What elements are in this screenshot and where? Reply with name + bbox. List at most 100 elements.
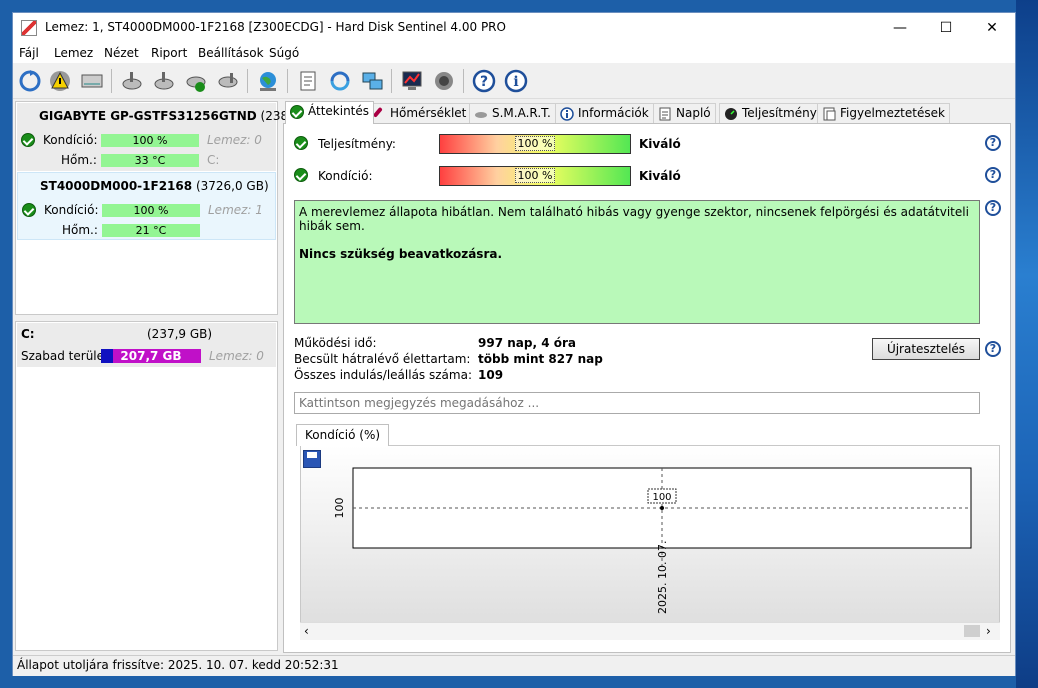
tab-performance[interactable]: Teljesítmény	[719, 103, 822, 123]
disk-name: ST4000DM000-1F2168 (3726,0 GB)	[40, 179, 269, 193]
volume-size: (237,9 GB)	[147, 327, 213, 341]
desktop-background	[1016, 0, 1038, 688]
tab-strip: Áttekintés Hőmérséklet S.M.A.R.T. Inform…	[283, 101, 1013, 124]
retest-button[interactable]: Újratesztelés	[872, 338, 980, 360]
condition-bar: 100 %	[102, 204, 200, 217]
note-input[interactable]	[294, 392, 980, 414]
performance-rating: Kiváló	[639, 137, 681, 151]
volume-card[interactable]: C: (237,9 GB) Szabad terület 207,7 GB Le…	[17, 323, 276, 367]
tab-temperature[interactable]: Hőmérséklet	[367, 103, 472, 123]
data-label: 100	[652, 492, 671, 503]
disk-ok-icon[interactable]	[183, 68, 209, 94]
data-point	[660, 506, 664, 510]
temperature-label: Hőm.:	[62, 223, 98, 237]
menu-view[interactable]: Nézet	[104, 46, 139, 60]
toolbar-separator	[391, 69, 392, 93]
volume-name: C:	[21, 327, 35, 341]
condition-chart: 100 2025. 10. 07. 100	[300, 445, 1000, 640]
menu-bar: Fájl Lemez Nézet Riport Beállítások Súgó	[13, 43, 1015, 63]
performance-meter: 100 %	[439, 134, 631, 154]
alert-icon[interactable]	[47, 68, 73, 94]
chart-tab-condition[interactable]: Kondíció (%)	[296, 424, 390, 446]
help-icon[interactable]: ?	[985, 167, 1001, 183]
temperature-bar: 21 °C	[102, 224, 200, 237]
start-stop-label: Összes indulás/leállás száma:	[294, 368, 472, 382]
disk-icon[interactable]	[79, 68, 105, 94]
disk-test2-icon[interactable]	[151, 68, 177, 94]
sync-icon[interactable]	[327, 68, 353, 94]
log-icon	[659, 107, 671, 121]
info-icon	[560, 107, 574, 121]
menu-settings[interactable]: Beállítások	[198, 46, 264, 60]
condition-label: Kondíció:	[44, 203, 99, 217]
menu-file[interactable]: Fájl	[19, 46, 39, 60]
disk-card-selected[interactable]: ST4000DM000-1F2168 (3726,0 GB) Kondíció:…	[17, 172, 276, 240]
network-icon[interactable]	[359, 68, 385, 94]
help-icon[interactable]: ?	[985, 200, 1001, 216]
remaining-life-value: több mint 827 nap	[478, 352, 603, 366]
ok-icon	[294, 136, 308, 150]
tab-information[interactable]: Információk	[555, 103, 654, 123]
disk-tools-icon[interactable]	[215, 68, 241, 94]
free-space-label: Szabad terület	[21, 349, 109, 363]
disk-card[interactable]: GIGABYTE GP-GSTFS31256GTND (238,5 GB) Ko…	[17, 103, 326, 171]
menu-disk[interactable]: Lemez	[54, 46, 93, 60]
tab-smart[interactable]: S.M.A.R.T.	[469, 103, 556, 123]
toolbar-separator	[247, 69, 248, 93]
menu-report[interactable]: Riport	[151, 46, 187, 60]
toolbar-separator	[287, 69, 288, 93]
close-button[interactable]: ✕	[969, 13, 1015, 43]
disk-ref: Lemez: 0	[209, 349, 264, 363]
disk-ref: Lemez: 0	[207, 133, 262, 147]
volume-letter: C:	[207, 153, 220, 167]
title-bar: Lemez: 1, ST4000DM000-1F2168 [Z300ECDG] …	[13, 13, 1015, 43]
disk-test-icon[interactable]	[119, 68, 145, 94]
ok-icon	[290, 105, 304, 119]
minimize-button[interactable]: —	[877, 13, 923, 43]
status-text-box: A merevlemez állapota hibátlan. Nem talá…	[294, 200, 980, 324]
free-space-bar: 207,7 GB	[101, 349, 201, 363]
refresh-icon[interactable]	[17, 68, 43, 94]
svg-text:?: ?	[480, 74, 488, 90]
graph-icon[interactable]	[399, 68, 425, 94]
remaining-life-label: Becsült hátralévő élettartam:	[294, 352, 471, 366]
report-icon[interactable]	[295, 68, 321, 94]
thermometer-icon	[373, 107, 383, 118]
maximize-button[interactable]: ☐	[923, 13, 969, 43]
scroll-right-icon[interactable]: ›	[986, 624, 991, 638]
warnings-icon	[823, 107, 836, 121]
ok-icon	[22, 203, 36, 217]
status-bar: Állapot utoljára frissítve: 2025. 10. 07…	[13, 655, 1015, 676]
performance-label: Teljesítmény:	[318, 137, 396, 151]
info-icon[interactable]: i	[503, 68, 529, 94]
y-tick-label: 100	[333, 498, 346, 519]
window-title: Lemez: 1, ST4000DM000-1F2168 [Z300ECDG] …	[45, 20, 506, 34]
uptime-label: Működési idő:	[294, 336, 377, 350]
menu-help[interactable]: Súgó	[269, 46, 299, 60]
ok-icon	[294, 168, 308, 182]
scroll-left-icon[interactable]: ‹	[304, 624, 309, 638]
tab-log[interactable]: Napló	[653, 103, 716, 123]
uptime-value: 997 nap, 4 óra	[478, 336, 576, 350]
toolbar: ? i	[13, 63, 1015, 99]
start-stop-value: 109	[478, 368, 504, 382]
health-meter: 100 %	[439, 166, 631, 186]
overview-panel: Teljesítmény: 100 % Kiváló ? Kondíció: 1…	[283, 123, 1011, 653]
scroll-thumb[interactable]	[964, 625, 980, 637]
help-icon[interactable]: ?	[985, 135, 1001, 151]
disk-ref: Lemez: 1	[208, 203, 263, 217]
help-icon[interactable]: ?	[985, 341, 1001, 357]
chart-scrollbar[interactable]: ‹ ›	[300, 622, 1000, 640]
tab-overview[interactable]: Áttekintés	[285, 101, 375, 124]
disk-list-panel: GIGABYTE GP-GSTFS31256GTND (238,5 GB) Ko…	[15, 101, 326, 315]
tab-warnings[interactable]: Figyelmeztetések	[817, 103, 950, 123]
help-icon[interactable]: ?	[471, 68, 497, 94]
condition-label: Kondíció:	[43, 133, 98, 147]
sound-icon[interactable]	[431, 68, 457, 94]
temperature-label: Hőm.:	[61, 153, 97, 167]
app-icon	[21, 20, 37, 36]
status-text: A merevlemez állapota hibátlan. Nem talá…	[299, 205, 969, 233]
health-rating: Kiváló	[639, 169, 681, 183]
app-window: Lemez: 1, ST4000DM000-1F2168 [Z300ECDG] …	[12, 12, 1016, 676]
globe-icon[interactable]	[255, 68, 281, 94]
